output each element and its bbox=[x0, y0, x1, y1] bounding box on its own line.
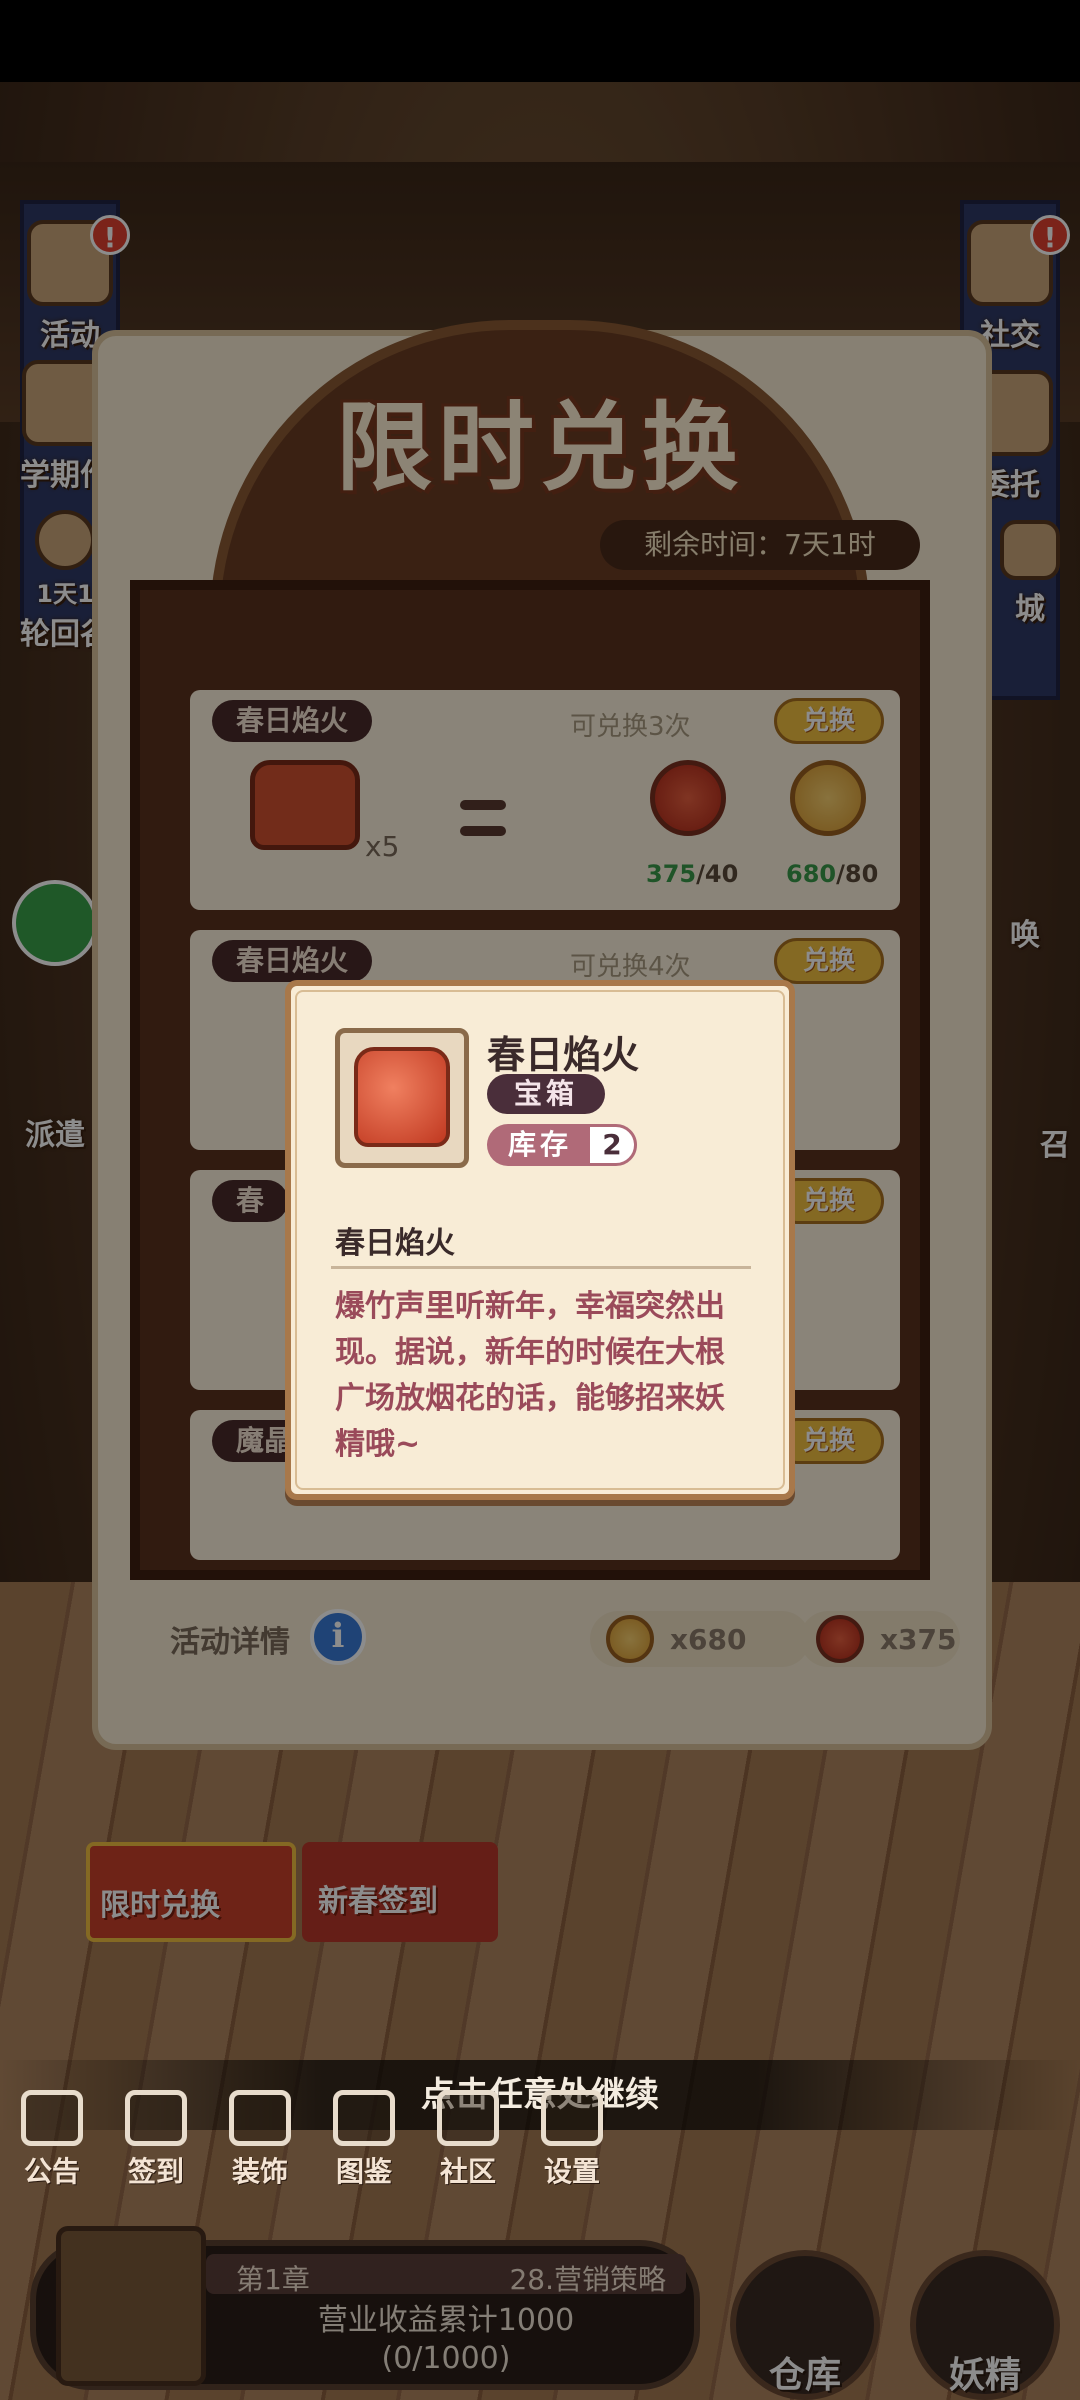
book-icon bbox=[333, 2090, 395, 2146]
tab-label: 公告 bbox=[23, 2155, 80, 2188]
tab-label: 社区 bbox=[439, 2155, 496, 2188]
item-stock: 库存 2 bbox=[487, 1124, 637, 1166]
item-detail-dialog: 春日焰火 宝箱 库存 2 春日焰火 爆竹声里听新年，幸福突然出现。据说，新年的时… bbox=[285, 980, 795, 1500]
tab-label: 设置 bbox=[543, 2155, 600, 2188]
gift-box-icon bbox=[354, 1047, 450, 1147]
item-type-badge: 宝箱 bbox=[487, 1074, 605, 1114]
gear-icon bbox=[541, 2090, 603, 2146]
tab-codex[interactable]: 图鉴 bbox=[312, 2090, 416, 2210]
decor-icon bbox=[229, 2090, 291, 2146]
tab-label: 图鉴 bbox=[335, 2155, 392, 2188]
community-icon bbox=[437, 2090, 499, 2146]
tab-settings[interactable]: 设置 bbox=[520, 2090, 624, 2210]
divider bbox=[331, 1266, 751, 1269]
tab-notice[interactable]: 公告 bbox=[0, 2090, 104, 2210]
stock-label: 库存 bbox=[487, 1124, 593, 1166]
tab-signin[interactable]: 签到 bbox=[104, 2090, 208, 2210]
item-description: 爆竹声里听新年，幸福突然出现。据说，新年的时候在大根广场放烟花的话，能够招来妖精… bbox=[335, 1289, 725, 1462]
bottom-tab-bar: 公告 签到 装饰 图鉴 社区 设置 bbox=[0, 2090, 640, 2210]
description-title: 春日焰火 bbox=[335, 1226, 455, 1261]
status-bar bbox=[0, 0, 1080, 82]
stock-value: 2 bbox=[587, 1124, 637, 1166]
tab-label: 签到 bbox=[127, 2155, 184, 2188]
item-frame bbox=[335, 1028, 469, 1168]
tab-label: 装饰 bbox=[231, 2155, 288, 2188]
notice-icon bbox=[21, 2090, 83, 2146]
tab-decor[interactable]: 装饰 bbox=[208, 2090, 312, 2210]
tab-community[interactable]: 社区 bbox=[416, 2090, 520, 2210]
calendar-check-icon bbox=[125, 2090, 187, 2146]
item-name: 春日焰火 bbox=[487, 1033, 640, 1077]
